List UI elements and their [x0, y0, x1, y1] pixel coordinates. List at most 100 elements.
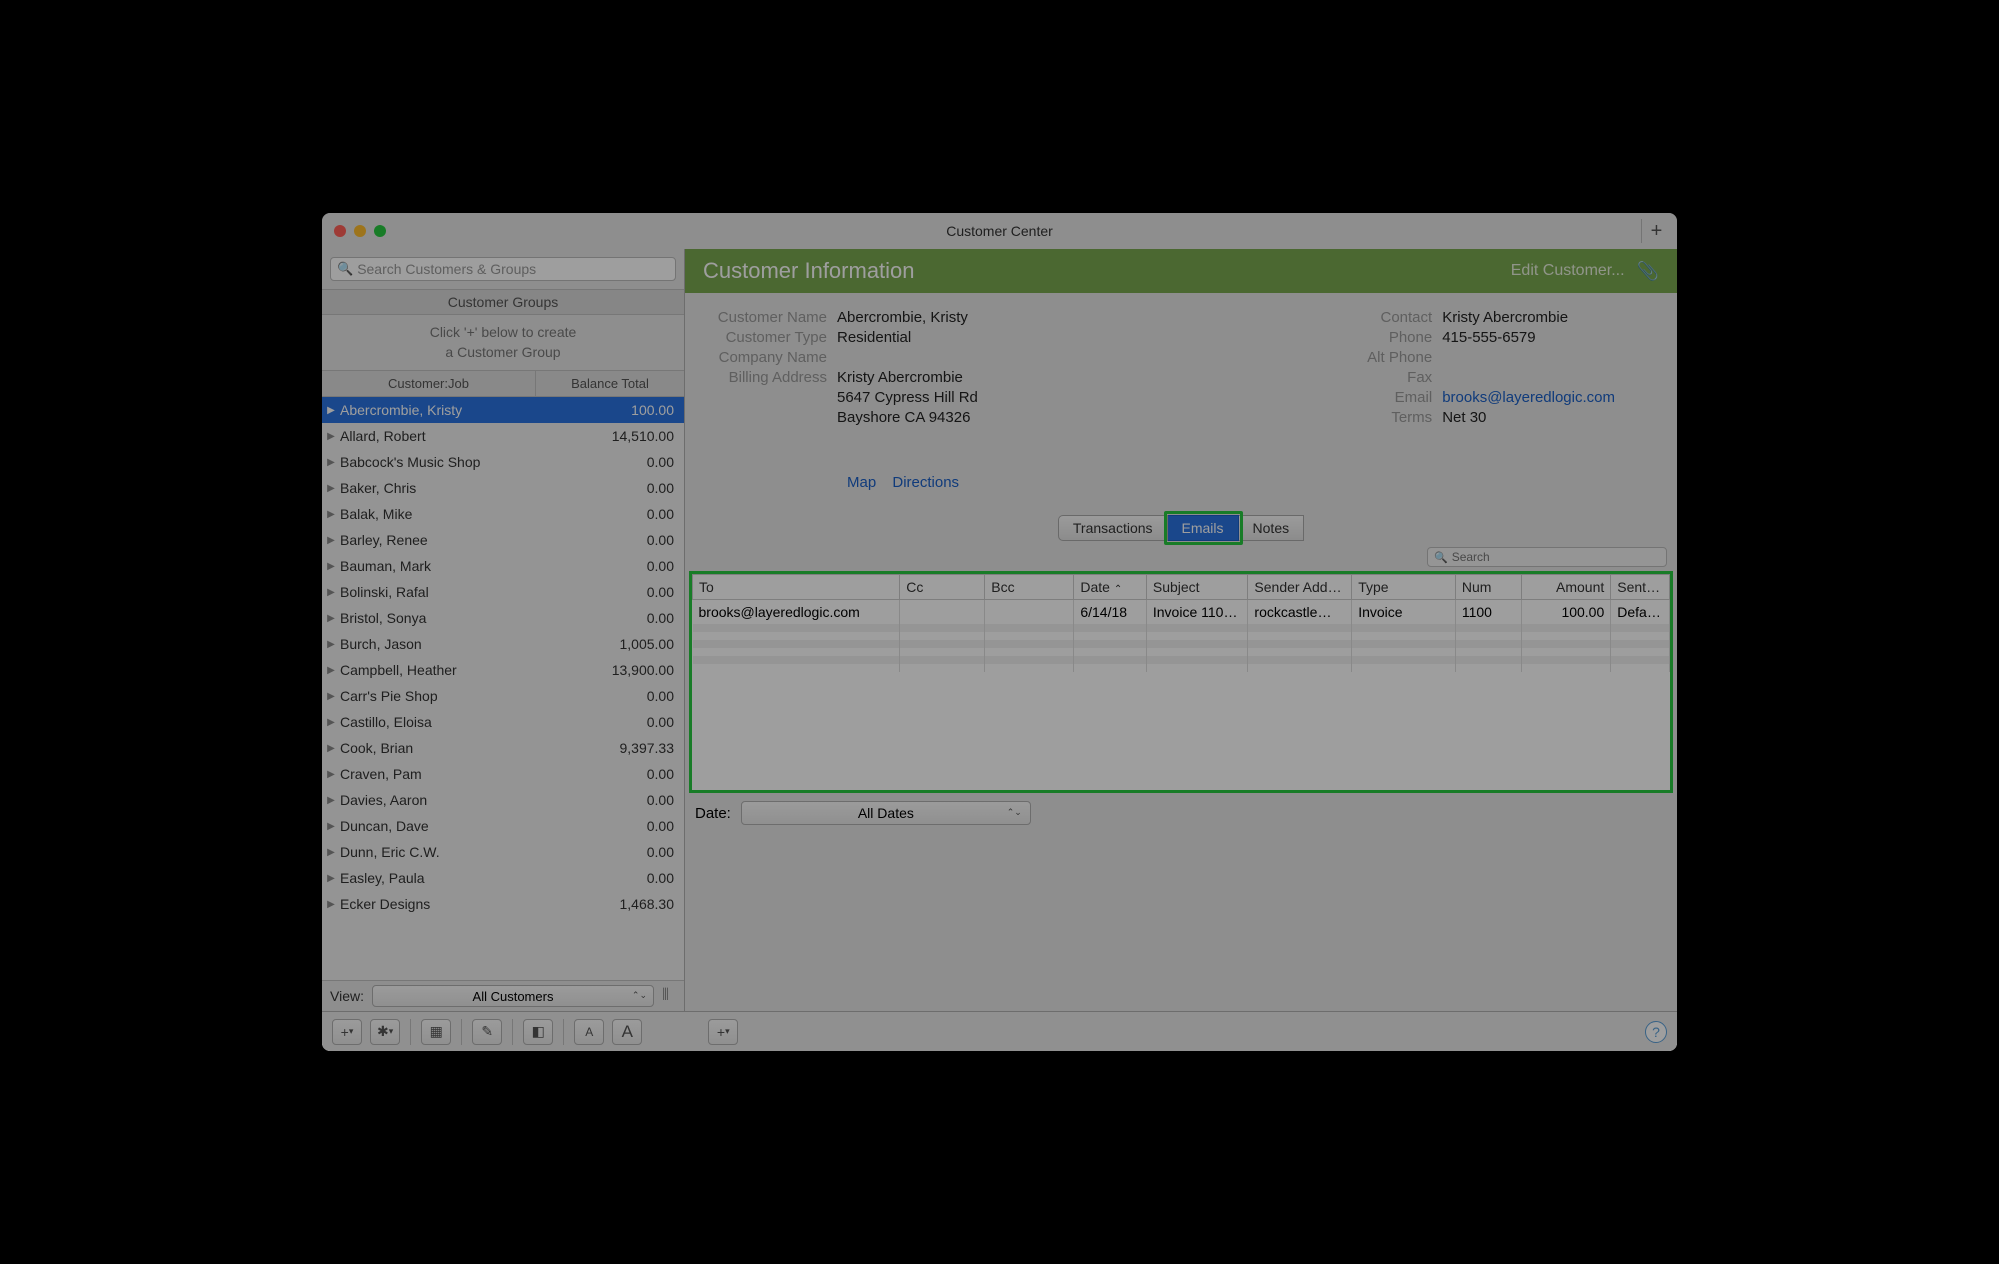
customer-list[interactable]: ▶Abercrombie, Kristy100.00▶Allard, Rober… [322, 397, 684, 980]
customer-balance: 0.00 [536, 688, 684, 704]
email-row [693, 656, 1670, 664]
content-pane: Customer Information Edit Customer... 📎 … [685, 249, 1677, 1011]
expand-icon: ▶ [322, 535, 340, 546]
email-value[interactable]: brooks@layeredlogic.com [1442, 389, 1615, 406]
column-balance-total[interactable]: Balance Total [536, 371, 684, 396]
customer-balance: 0.00 [536, 870, 684, 886]
customer-balance: 1,005.00 [536, 636, 684, 652]
edit-customer-button[interactable]: Edit Customer... [1511, 262, 1625, 280]
col-type[interactable]: Type [1352, 575, 1456, 600]
customer-row[interactable]: ▶Easley, Paula0.00 [322, 865, 684, 891]
date-filter: Date: All Dates [685, 793, 1677, 833]
add-detail-button[interactable]: +▾ [708, 1019, 738, 1045]
attachment-icon[interactable]: 📎 [1637, 261, 1659, 282]
layout-split-button[interactable]: ◧ [523, 1019, 553, 1045]
customer-name: Craven, Pam [340, 766, 536, 782]
search-icon: 🔍 [1434, 551, 1448, 564]
customer-row[interactable]: ▶Bauman, Mark0.00 [322, 553, 684, 579]
expand-icon: ▶ [322, 587, 340, 598]
main-area: 🔍 Customer Groups Click '+' below to cre… [322, 249, 1677, 1011]
customer-balance: 0.00 [536, 506, 684, 522]
customer-name: Bauman, Mark [340, 558, 536, 574]
customer-row[interactable]: ▶Burch, Jason1,005.00 [322, 631, 684, 657]
customer-row[interactable]: ▶Craven, Pam0.00 [322, 761, 684, 787]
sidebar: 🔍 Customer Groups Click '+' below to cre… [322, 249, 685, 1011]
customer-name: Ecker Designs [340, 896, 536, 912]
customer-row[interactable]: ▶Allard, Robert14,510.00 [322, 423, 684, 449]
view-select[interactable]: All Customers [372, 985, 654, 1007]
map-link[interactable]: Map [847, 474, 876, 491]
customer-balance: 0.00 [536, 558, 684, 574]
directions-link[interactable]: Directions [892, 474, 959, 491]
date-filter-select[interactable]: All Dates [741, 801, 1031, 825]
customer-balance: 0.00 [536, 610, 684, 626]
customer-name: Allard, Robert [340, 428, 536, 444]
col-to[interactable]: To [693, 575, 900, 600]
customer-row[interactable]: ▶Davies, Aaron0.00 [322, 787, 684, 813]
customer-row[interactable]: ▶Bristol, Sonya0.00 [322, 605, 684, 631]
customer-balance: 0.00 [536, 714, 684, 730]
customer-row[interactable]: ▶Carr's Pie Shop0.00 [322, 683, 684, 709]
col-cc[interactable]: Cc [900, 575, 985, 600]
customer-row[interactable]: ▶Castillo, Eloisa0.00 [322, 709, 684, 735]
close-window-button[interactable] [334, 225, 346, 237]
customer-search[interactable]: 🔍 [330, 257, 676, 281]
customer-list-header: Customer:Job Balance Total [322, 370, 684, 397]
customer-row[interactable]: ▶Balak, Mike0.00 [322, 501, 684, 527]
expand-icon: ▶ [322, 431, 340, 442]
expand-icon: ▶ [322, 899, 340, 910]
email-row[interactable]: brooks@layeredlogic.com6/14/18Invoice 11… [693, 600, 1670, 625]
sort-ascending-icon: ⌃ [1114, 584, 1122, 595]
customer-row[interactable]: ▶Barley, Renee0.00 [322, 527, 684, 553]
email-search-input[interactable] [1452, 550, 1660, 564]
customer-row[interactable]: ▶Bolinski, Rafal0.00 [322, 579, 684, 605]
zoom-window-button[interactable] [374, 225, 386, 237]
col-amount[interactable]: Amount [1522, 575, 1611, 600]
view-grid-button[interactable]: ▦ [421, 1019, 451, 1045]
expand-icon: ▶ [322, 561, 340, 572]
customer-row[interactable]: ▶Baker, Chris0.00 [322, 475, 684, 501]
tab-emails[interactable]: Emails [1168, 515, 1239, 541]
column-handle-icon[interactable]: ⦀ [662, 987, 676, 1005]
customer-name: Easley, Paula [340, 870, 536, 886]
customer-row[interactable]: ▶Ecker Designs1,468.30 [322, 891, 684, 917]
col-subject[interactable]: Subject [1146, 575, 1248, 600]
customer-row[interactable]: ▶Babcock's Music Shop0.00 [322, 449, 684, 475]
expand-icon: ▶ [322, 509, 340, 520]
customer-row[interactable]: ▶Abercrombie, Kristy100.00 [322, 397, 684, 423]
customer-balance: 14,510.00 [536, 428, 684, 444]
help-button[interactable]: ? [1645, 1021, 1667, 1043]
font-larger-button[interactable]: A [612, 1019, 642, 1045]
customer-row[interactable]: ▶Duncan, Dave0.00 [322, 813, 684, 839]
column-customer-job[interactable]: Customer:Job [322, 371, 536, 396]
col-bcc[interactable]: Bcc [985, 575, 1074, 600]
customer-name: Burch, Jason [340, 636, 536, 652]
minimize-window-button[interactable] [354, 225, 366, 237]
tab-notes[interactable]: Notes [1239, 515, 1305, 541]
col-sent[interactable]: Sent… [1611, 575, 1670, 600]
expand-icon: ▶ [322, 821, 340, 832]
actions-menu-button[interactable]: ✱▾ [370, 1019, 400, 1045]
email-row [693, 632, 1670, 640]
email-row [693, 664, 1670, 672]
customer-balance: 0.00 [536, 792, 684, 808]
col-num[interactable]: Num [1455, 575, 1521, 600]
customer-name: Babcock's Music Shop [340, 454, 536, 470]
customer-row[interactable]: ▶Cook, Brian9,397.33 [322, 735, 684, 761]
add-menu-button[interactable]: +▾ [332, 1019, 362, 1045]
view-label: View: [330, 988, 364, 1004]
customer-balance: 13,900.00 [536, 662, 684, 678]
customer-search-input[interactable] [357, 261, 669, 277]
font-smaller-button[interactable]: A [574, 1019, 604, 1045]
col-sender[interactable]: Sender Add… [1248, 575, 1352, 600]
col-date[interactable]: Date⌃ [1074, 575, 1147, 600]
new-tab-button[interactable]: + [1641, 219, 1671, 243]
date-filter-label: Date: [695, 805, 731, 822]
customer-name-value: Abercrombie, Kristy [837, 309, 968, 326]
email-search[interactable]: 🔍 [1427, 547, 1667, 567]
customer-row[interactable]: ▶Dunn, Eric C.W.0.00 [322, 839, 684, 865]
edit-button[interactable]: ✎ [472, 1019, 502, 1045]
customer-row[interactable]: ▶Campbell, Heather13,900.00 [322, 657, 684, 683]
expand-icon: ▶ [322, 847, 340, 858]
tab-transactions[interactable]: Transactions [1058, 515, 1168, 541]
